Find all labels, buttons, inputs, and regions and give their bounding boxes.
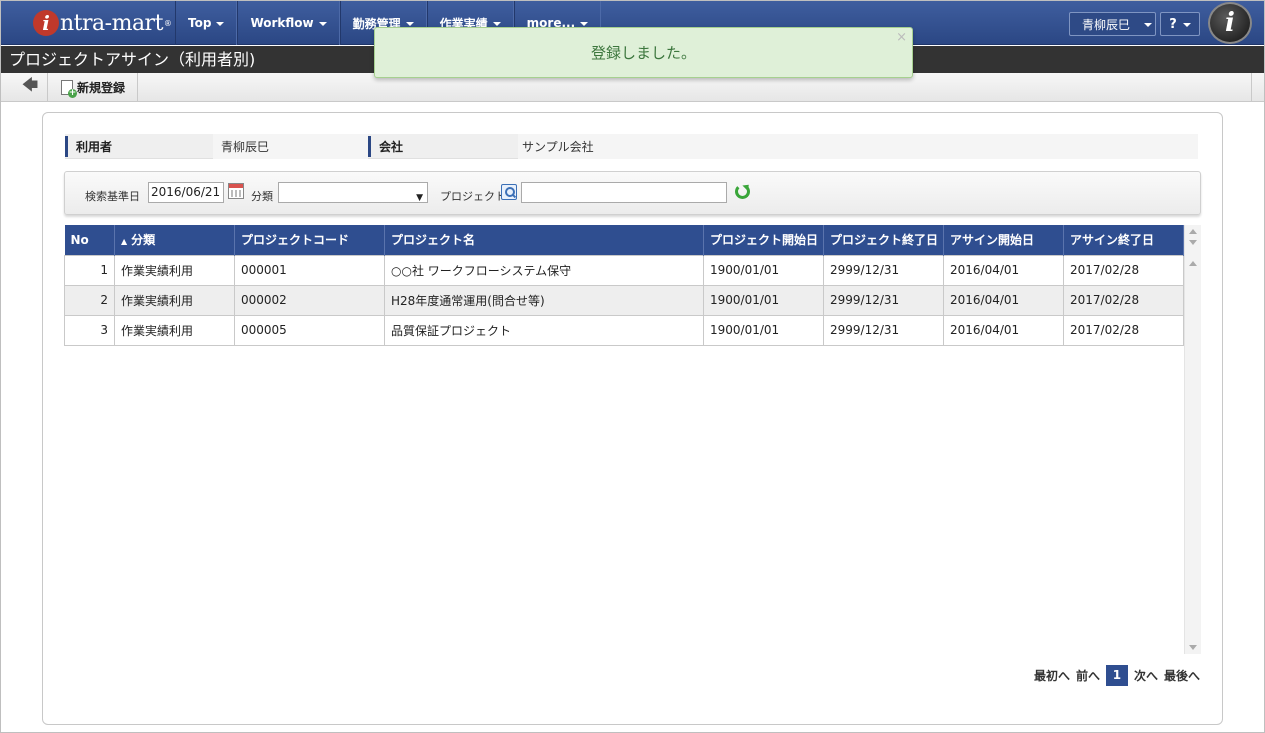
toolbar-divider: [1251, 73, 1252, 101]
calendar-icon[interactable]: [228, 183, 244, 199]
main-panel: 利用者 青柳辰巳 会社 サンプル会社 検索基準日 2016/06/21 分類 ▼…: [42, 112, 1223, 725]
user-name: 青柳辰巳: [1082, 17, 1131, 32]
cell-project-start: 1900/01/01: [703, 284, 824, 316]
table-row[interactable]: 1 作業実績利用 000001 ○○社 ワークフローシステム保守 1900/01…: [64, 254, 1184, 286]
toast-message: 登録しました。: [590, 44, 696, 62]
cell-category: 作業実績利用: [114, 284, 235, 316]
cell-category: 作業実績利用: [114, 254, 235, 286]
logo-i-icon: i: [33, 10, 59, 36]
column-header-project-name[interactable]: プロジェクト名: [384, 225, 704, 255]
column-header-assign-end[interactable]: アサイン終了日: [1063, 225, 1184, 255]
company-value: サンプル会社: [518, 133, 1198, 159]
new-registration-button[interactable]: + 新規登録: [49, 73, 139, 101]
pagination: 最初へ 前へ 1 次へ 最後へ: [1034, 665, 1200, 686]
cell-project-end: 2999/12/31: [823, 284, 944, 316]
user-value: 青柳辰巳: [213, 133, 368, 159]
column-header-category-label: 分類: [131, 233, 156, 248]
cell-assign-start: 2016/04/01: [943, 314, 1064, 346]
cell-category: 作業実績利用: [114, 314, 235, 346]
intra-mart-logo[interactable]: i ntra-mart ®: [33, 7, 172, 39]
close-icon[interactable]: ×: [896, 30, 907, 45]
logo-registered-mark: ®: [163, 18, 172, 28]
assignment-grid: No ▲ 分類 プロジェクトコード プロジェクト名 プロジェクト開始日 プロジェク…: [64, 225, 1184, 346]
category-label: 分類: [251, 190, 273, 203]
grid-vertical-scrollbar[interactable]: [1184, 225, 1201, 654]
success-toast: 登録しました。 ×: [374, 27, 913, 78]
refresh-icon[interactable]: [735, 184, 750, 199]
search-bar: 検索基準日 2016/06/21 分類 ▼ プロジェクト: [64, 171, 1201, 215]
assignment-table: No ▲ 分類 プロジェクトコード プロジェクト名 プロジェクト開始日 プロジェク…: [64, 225, 1184, 346]
user-avatar[interactable]: i: [1208, 2, 1252, 44]
cell-project-code: 000001: [234, 254, 385, 286]
chevron-down-icon: [405, 22, 414, 26]
pager-current-page[interactable]: 1: [1105, 665, 1128, 686]
help-label: ?: [1169, 16, 1177, 32]
column-header-no[interactable]: No: [64, 225, 115, 255]
chevron-down-icon: [1182, 23, 1191, 27]
chevron-down-icon: [492, 22, 501, 26]
cell-project-start: 1900/01/01: [703, 254, 824, 286]
table-row[interactable]: 2 作業実績利用 000002 H28年度通常運用(問合せ等) 1900/01/…: [64, 284, 1184, 316]
user-menu-button[interactable]: 青柳辰巳: [1069, 12, 1156, 36]
cell-project-end: 2999/12/31: [823, 254, 944, 286]
cell-project-end: 2999/12/31: [823, 314, 944, 346]
cell-assign-end: 2017/02/28: [1063, 284, 1184, 316]
logo-text: ntra-mart: [60, 10, 163, 36]
search-date-input[interactable]: 2016/06/21: [148, 182, 224, 203]
menu-workflow[interactable]: Workflow: [237, 1, 340, 45]
scroll-down-icon[interactable]: [1189, 645, 1197, 650]
search-lookup-icon[interactable]: [501, 184, 517, 200]
pager-first[interactable]: 最初へ: [1034, 667, 1070, 684]
column-header-assign-start[interactable]: アサイン開始日: [943, 225, 1064, 255]
pager-next[interactable]: 次へ: [1134, 667, 1158, 684]
table-row[interactable]: 3 作業実績利用 000005 品質保証プロジェクト 1900/01/01 29…: [64, 314, 1184, 346]
cell-project-code: 000005: [234, 314, 385, 346]
cell-no: 1: [64, 254, 115, 286]
user-label: 利用者: [65, 135, 213, 157]
menu-top[interactable]: Top: [175, 1, 238, 45]
back-button[interactable]: 🡄: [13, 73, 48, 101]
column-header-project-code[interactable]: プロジェクトコード: [234, 225, 385, 255]
user-info-row: 利用者 青柳辰巳 会社 サンプル会社: [65, 133, 1198, 159]
arrow-left-icon: 🡄: [21, 74, 39, 94]
project-input[interactable]: [521, 182, 727, 203]
new-registration-label: 新規登録: [77, 80, 126, 95]
pager-prev[interactable]: 前へ: [1076, 667, 1100, 684]
menu-workflow-label: Workflow: [250, 16, 314, 30]
chevron-down-icon: [1144, 23, 1153, 27]
menu-top-label: Top: [188, 16, 212, 30]
sort-ascending-icon: ▲: [121, 237, 128, 247]
pager-last[interactable]: 最後へ: [1164, 667, 1200, 684]
scroll-down-small-icon: [1189, 240, 1197, 245]
cell-project-name: ○○社 ワークフローシステム保守: [384, 254, 704, 286]
chevron-down-icon: [216, 22, 225, 26]
company-label: 会社: [368, 135, 518, 157]
chevron-down-icon: [318, 22, 327, 26]
new-document-icon: +: [61, 79, 77, 98]
cell-no: 3: [64, 314, 115, 346]
cell-project-start: 1900/01/01: [703, 314, 824, 346]
cell-assign-end: 2017/02/28: [1063, 314, 1184, 346]
table-header-row: No ▲ 分類 プロジェクトコード プロジェクト名 プロジェクト開始日 プロジェク…: [64, 225, 1184, 255]
dropdown-arrow-icon: ▼: [416, 193, 423, 203]
cell-no: 2: [64, 284, 115, 316]
column-header-category[interactable]: ▲ 分類: [114, 225, 235, 255]
search-date-label: 検索基準日: [85, 190, 140, 203]
scroll-up-icon[interactable]: [1189, 229, 1197, 234]
cell-project-code: 000002: [234, 284, 385, 316]
cell-project-name: H28年度通常運用(問合せ等): [384, 284, 704, 316]
cell-assign-start: 2016/04/01: [943, 284, 1064, 316]
category-select[interactable]: ▼: [278, 182, 428, 203]
cell-assign-end: 2017/02/28: [1063, 254, 1184, 286]
help-menu-button[interactable]: ?: [1160, 12, 1200, 36]
cell-assign-start: 2016/04/01: [943, 254, 1064, 286]
chevron-down-icon: [580, 22, 589, 26]
column-header-project-end[interactable]: プロジェクト終了日: [823, 225, 944, 255]
project-label: プロジェクト: [440, 190, 506, 203]
scroll-up-small-icon: [1189, 261, 1197, 266]
column-header-project-start[interactable]: プロジェクト開始日: [703, 225, 824, 255]
cell-project-name: 品質保証プロジェクト: [384, 314, 704, 346]
app-window: i ntra-mart ® Top Workflow 勤務管理 作業実績 mor…: [0, 0, 1265, 733]
